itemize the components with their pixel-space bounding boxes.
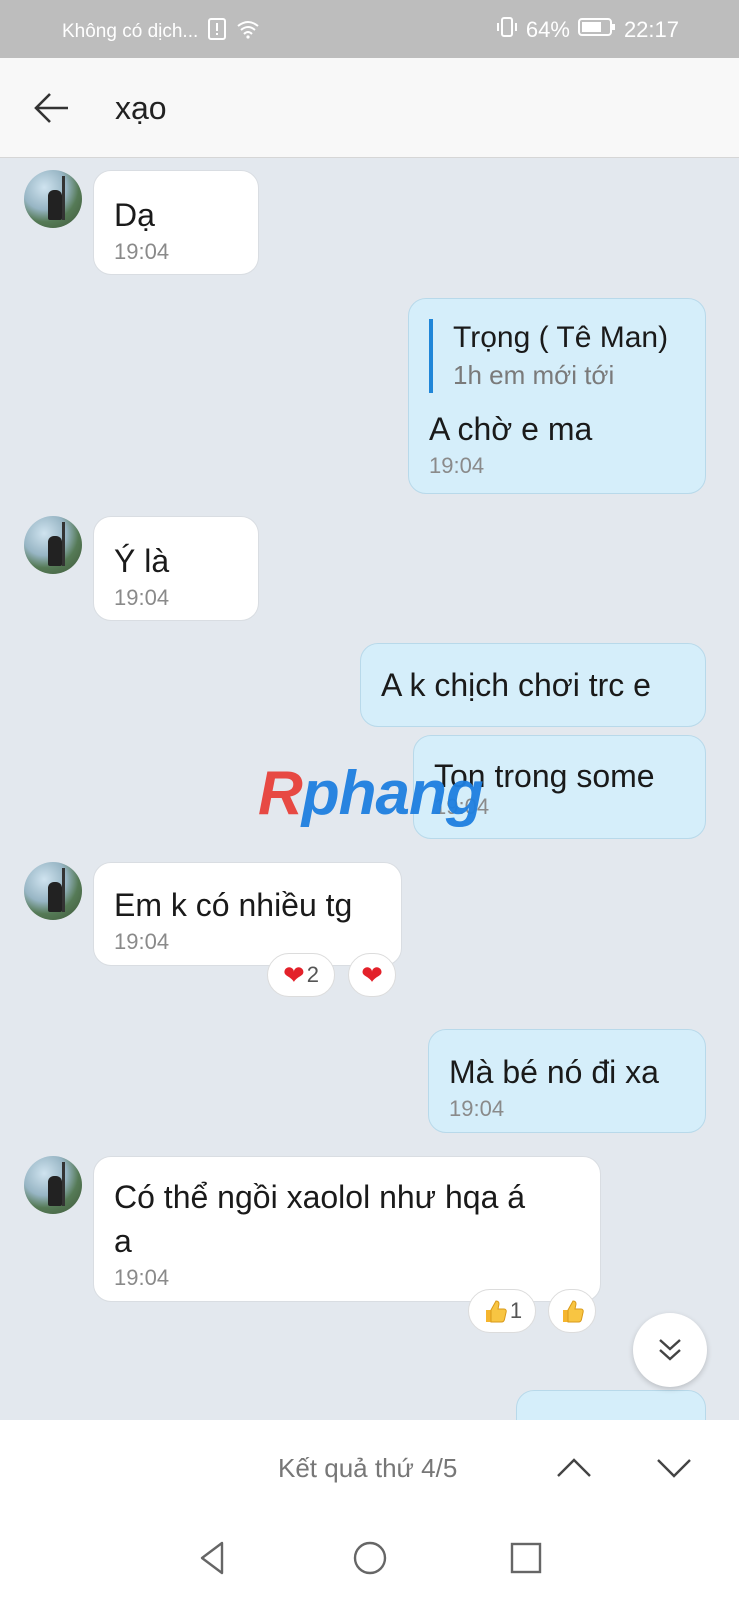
previous-result-chevron-up-icon[interactable] bbox=[552, 1446, 596, 1490]
message-bubble[interactable]: Em k có nhiều tg 19:04 bbox=[93, 862, 402, 966]
double-chevron-down-icon bbox=[659, 1339, 681, 1361]
watermark-logo: Rphang bbox=[258, 759, 484, 828]
status-bar: Không có dịch... 64% 22:17 bbox=[0, 0, 739, 58]
reaction-summary[interactable]: 1 bbox=[468, 1289, 536, 1333]
reply-quote[interactable]: Trọng ( Tê Man) 1h em mới tới bbox=[429, 319, 685, 393]
search-result-bar: Kết quả thứ 4/5 bbox=[0, 1420, 739, 1520]
thumbs-up-icon bbox=[559, 1298, 585, 1324]
message-text: Ý là bbox=[114, 543, 170, 579]
message-text: A chờ e ma bbox=[429, 411, 593, 447]
sim-alert-icon bbox=[208, 18, 227, 46]
message-time: 19:04 bbox=[114, 1265, 170, 1290]
message-text: A k chịch chơi trc e bbox=[381, 667, 651, 703]
message-list[interactable]: Dạ 19:04 Trọng ( Tê Man) 1h em mới tới A… bbox=[0, 158, 739, 1420]
battery-percent: 64% bbox=[525, 17, 570, 42]
nav-back-triangle-icon[interactable] bbox=[192, 1536, 236, 1580]
message-bubble[interactable]: Mà bé nó đi xa 19:04 bbox=[428, 1029, 706, 1133]
message-bubble[interactable]: Ý là 19:04 bbox=[93, 516, 259, 621]
message-text-line: Có thể ngồi xaolol như hqa á bbox=[114, 1179, 526, 1215]
avatar[interactable] bbox=[24, 862, 82, 920]
message-text-line: a bbox=[114, 1223, 132, 1259]
search-result-text: Kết quả thứ 4/5 bbox=[278, 1453, 458, 1483]
battery-icon bbox=[577, 17, 616, 43]
system-navigation-bar bbox=[0, 1520, 739, 1600]
message-text: Mà bé nó đi xa bbox=[449, 1054, 659, 1090]
message-time: 19:04 bbox=[449, 1096, 505, 1121]
thumbs-up-icon bbox=[482, 1298, 508, 1324]
message-time: 19:04 bbox=[114, 929, 170, 954]
message-time: 19:04 bbox=[429, 453, 485, 478]
back-arrow-icon[interactable] bbox=[30, 86, 74, 130]
vibrate-icon bbox=[496, 16, 518, 44]
message-bubble[interactable]: Trọng ( Tê Man) 1h em mới tới A chờ e ma… bbox=[408, 298, 706, 494]
heart-icon: ❤ bbox=[282, 960, 305, 990]
avatar[interactable] bbox=[24, 516, 82, 574]
message-time: 19:04 bbox=[114, 585, 170, 610]
chat-title: xạo bbox=[115, 90, 167, 126]
scroll-to-bottom-button[interactable] bbox=[633, 1313, 707, 1387]
reaction-summary[interactable]: ❤ 2 bbox=[267, 953, 335, 997]
message-text: Dạ bbox=[114, 197, 155, 233]
nav-recents-square-icon[interactable] bbox=[504, 1536, 548, 1580]
heart-react-button[interactable]: ❤ bbox=[348, 953, 396, 997]
reply-author: Trọng ( Tê Man) bbox=[453, 321, 669, 354]
reaction-count: 2 bbox=[306, 962, 320, 987]
heart-icon: ❤ bbox=[361, 960, 383, 990]
message-time: 19:04 bbox=[114, 239, 170, 264]
reaction-count: 1 bbox=[509, 1298, 523, 1323]
message-bubble[interactable]: Có thể ngồi xaolol như hqa á a 19:04 bbox=[93, 1156, 601, 1302]
next-result-chevron-down-icon[interactable] bbox=[652, 1446, 696, 1490]
message-bubble[interactable]: A k chịch chơi trc e bbox=[360, 643, 706, 727]
nav-home-circle-icon[interactable] bbox=[348, 1536, 392, 1580]
wifi-icon bbox=[236, 19, 260, 45]
avatar[interactable] bbox=[24, 170, 82, 228]
clock: 22:17 bbox=[623, 17, 679, 42]
avatar[interactable] bbox=[24, 1156, 82, 1214]
message-bubble-partial[interactable] bbox=[516, 1390, 706, 1420]
carrier-text: Không có dịch... bbox=[62, 21, 199, 42]
message-text: Em k có nhiều tg bbox=[114, 887, 353, 923]
reply-text: 1h em mới tới bbox=[453, 360, 615, 390]
chat-header: xạo bbox=[0, 58, 739, 158]
thumbs-up-react-button[interactable] bbox=[548, 1289, 596, 1333]
message-bubble[interactable]: Dạ 19:04 bbox=[93, 170, 259, 275]
